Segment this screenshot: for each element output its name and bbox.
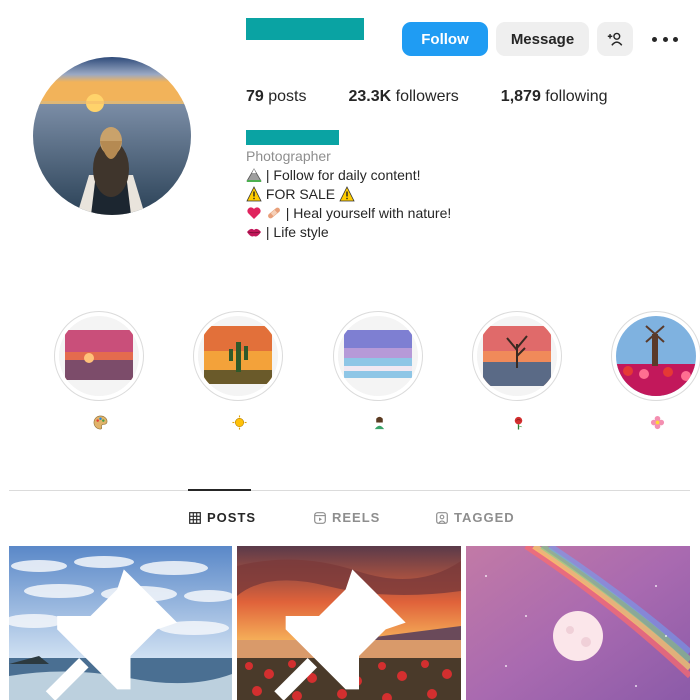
sun-emoji-icon	[231, 415, 247, 430]
followers-label: followers	[395, 88, 459, 105]
bio-line-1: | Follow for daily content!	[246, 166, 451, 185]
flower-emoji-icon	[650, 415, 664, 430]
post-image	[466, 546, 690, 700]
suggest-users-button[interactable]	[597, 22, 633, 56]
highlight-ring	[611, 311, 700, 401]
active-tab-indicator	[188, 489, 251, 491]
rose-emoji-icon	[514, 416, 522, 430]
bio-line-4: | Life style	[246, 223, 451, 242]
heart-emoji-icon	[247, 207, 261, 219]
highlight-cover	[338, 316, 418, 396]
posts-count: 79	[246, 88, 264, 105]
pin-icon	[274, 569, 406, 700]
tab-posts-label: POSTS	[207, 510, 257, 525]
bio-line-2-text: FOR SALE	[265, 186, 336, 202]
highlight-label	[193, 415, 285, 431]
grid-icon	[189, 511, 201, 524]
followers-stat[interactable]: 23.3K followers	[349, 88, 459, 106]
highlight-ring	[333, 311, 423, 401]
profile-stats: 79 posts 23.3K followers 1,879 following	[246, 88, 650, 106]
highlight-ring	[472, 311, 562, 401]
follow-button[interactable]: Follow	[402, 22, 488, 56]
highlight-cover	[198, 316, 278, 396]
palette-emoji-icon	[93, 415, 107, 430]
highlight-5[interactable]	[611, 311, 700, 431]
highlight-cover	[59, 316, 139, 396]
warning-emoji-icon	[246, 186, 262, 202]
tabs-divider	[9, 490, 690, 491]
highlight-2[interactable]	[193, 311, 285, 431]
highlight-4[interactable]	[472, 311, 564, 431]
tab-reels-label: REELS	[332, 510, 381, 525]
profile-category: Photographer	[246, 148, 331, 164]
followers-count: 23.3K	[348, 88, 392, 105]
profile-avatar[interactable]	[33, 57, 191, 215]
warning-emoji-icon	[339, 186, 355, 202]
pin-icon	[45, 569, 178, 700]
posts-stat[interactable]: 79 posts	[246, 88, 307, 106]
bio-line-4-text: | Life style	[265, 224, 329, 240]
tab-tagged-label: TAGGED	[454, 510, 515, 525]
bio-line-3: | Heal yourself with nature!	[246, 204, 451, 223]
post-thumbnail[interactable]	[237, 546, 461, 700]
following-label: following	[545, 88, 608, 105]
profile-tabs: POSTS REELS TAGGED	[0, 510, 700, 530]
posts-label: posts	[268, 88, 307, 105]
tagged-icon	[436, 511, 448, 524]
person-plus-icon	[607, 32, 623, 46]
person-emoji-icon	[374, 416, 384, 430]
mountain-emoji-icon	[246, 168, 262, 182]
highlight-ring	[193, 311, 283, 401]
highlight-3[interactable]	[333, 311, 425, 431]
following-stat[interactable]: 1,879 following	[501, 88, 608, 106]
more-options-icon[interactable]	[652, 29, 678, 49]
post-thumbnail[interactable]	[9, 546, 232, 700]
display-name-redacted	[246, 130, 339, 145]
tab-tagged[interactable]: TAGGED	[436, 510, 515, 525]
highlight-cover	[477, 316, 557, 396]
highlight-label	[472, 415, 564, 431]
tab-posts[interactable]: POSTS	[189, 510, 256, 525]
lips-emoji-icon	[247, 228, 261, 237]
message-button[interactable]: Message	[496, 22, 589, 56]
highlight-1[interactable]	[54, 311, 146, 431]
bio-line-2: FOR SALE	[246, 185, 451, 204]
highlight-label	[611, 415, 700, 431]
avatar-image	[33, 57, 191, 215]
highlight-label	[333, 415, 425, 431]
highlight-ring	[54, 311, 144, 401]
post-thumbnail[interactable]	[466, 546, 690, 700]
bio-line-1-text: | Follow for daily content!	[265, 167, 421, 183]
highlight-cover	[616, 316, 696, 396]
highlight-label	[54, 415, 146, 431]
reels-icon	[314, 511, 326, 524]
username-redacted	[246, 18, 364, 40]
profile-bio: Photographer | Follow for daily content!…	[246, 147, 451, 242]
bio-line-3-text: | Heal yourself with nature!	[285, 205, 452, 221]
bandage-emoji-icon	[267, 207, 280, 219]
following-count: 1,879	[500, 88, 541, 105]
tab-reels[interactable]: REELS	[314, 510, 380, 525]
